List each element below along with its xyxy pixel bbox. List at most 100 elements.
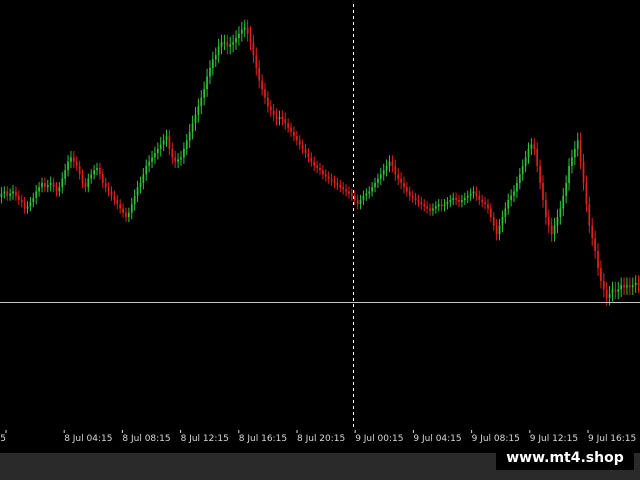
candle-body (411, 195, 414, 198)
candle-body (313, 161, 316, 166)
candle-body (489, 208, 492, 217)
candle-body (67, 161, 69, 171)
candle-body (400, 178, 402, 183)
candle-body (530, 144, 533, 149)
candle-body (269, 106, 272, 111)
candle-body (168, 136, 171, 149)
candle-body (634, 283, 637, 286)
candle-body (423, 204, 426, 207)
candle-body (406, 187, 408, 192)
candle-body (553, 225, 556, 235)
candle-body (15, 191, 17, 196)
candle-body (414, 197, 417, 200)
candle-body (223, 42, 226, 44)
candle-body (0, 193, 3, 197)
candle-body (429, 208, 431, 211)
candle-body (637, 283, 640, 286)
candle-body (556, 217, 559, 226)
candle-body (602, 280, 605, 290)
candle-body (472, 191, 475, 194)
candle-body (597, 251, 599, 269)
candle-body (368, 191, 371, 194)
candle-body (591, 225, 594, 239)
candle-body (75, 161, 78, 166)
candle-body (513, 191, 515, 196)
candle-body (20, 199, 23, 203)
candle-body (287, 123, 290, 128)
candle-body (272, 110, 275, 115)
candle-body (29, 202, 32, 207)
time-axis-tick-label: 9 Jul 08:15 (472, 434, 520, 444)
time-axis-tick-label: 8 Jul 20:15 (297, 434, 345, 444)
candle-body (142, 174, 145, 183)
candle-body (58, 187, 61, 192)
time-axis-tick-label: 9 Jul 16:15 (588, 434, 636, 444)
candle-body (342, 187, 345, 190)
candle-body (290, 127, 292, 132)
candle-body (165, 136, 168, 141)
candle-body (136, 187, 139, 196)
candle-body (301, 144, 304, 149)
candle-body (17, 195, 20, 200)
candle-body (238, 33, 240, 39)
candle-body (539, 165, 541, 183)
candle-body (345, 189, 347, 192)
candle-body (148, 161, 151, 166)
candle-body (275, 114, 278, 120)
candle-body (209, 67, 211, 77)
candle-body (478, 195, 481, 200)
candle-body (23, 202, 26, 209)
candle-body (385, 165, 388, 171)
candle-body (434, 206, 437, 209)
candle-body (507, 199, 510, 209)
candle-body (614, 289, 617, 292)
candle-body (475, 191, 478, 196)
candle-body (377, 178, 379, 183)
watermark-box: www.mt4.shop (496, 446, 634, 470)
candle-body (72, 157, 75, 162)
candle-body (293, 131, 295, 137)
candle-body (461, 199, 463, 203)
candle-body (78, 165, 81, 175)
candle-body (240, 29, 243, 34)
candle-body (46, 185, 49, 188)
candle-body (174, 157, 177, 162)
candle-body (382, 170, 385, 175)
candle-body (527, 148, 530, 158)
candle-body (394, 165, 397, 175)
candle-body (504, 208, 507, 217)
candle-body (119, 204, 122, 209)
candle-body (492, 217, 495, 226)
candle-body (484, 202, 486, 205)
candle-body (437, 204, 440, 207)
candle-body (295, 136, 298, 141)
candle-body (110, 191, 113, 196)
candle-body (356, 199, 359, 205)
candle-body (397, 174, 400, 179)
candle-body (605, 289, 608, 298)
candle-body (258, 67, 261, 81)
candle-body (466, 195, 469, 198)
candle-body (588, 204, 591, 226)
candle-body (99, 168, 101, 175)
candle-body (249, 33, 252, 43)
candle-body (359, 199, 362, 205)
candle-body (252, 42, 255, 56)
candle-body (284, 119, 287, 124)
candle-body (139, 182, 142, 188)
candle-body (330, 178, 333, 181)
chart-background (0, 0, 640, 453)
time-axis-tick-label: 9 Jul 00:15 (355, 434, 403, 444)
candle-body (626, 285, 628, 288)
candle-body (113, 195, 116, 200)
candle-body (180, 157, 182, 160)
candle-body (177, 159, 179, 162)
candle-body (316, 165, 318, 169)
candle-body (162, 140, 165, 145)
candle-body (220, 42, 223, 47)
candle-body (188, 131, 191, 141)
candle-body (226, 42, 229, 47)
candle-body (44, 182, 46, 188)
candle-body (608, 293, 611, 298)
candle-body (617, 289, 620, 292)
